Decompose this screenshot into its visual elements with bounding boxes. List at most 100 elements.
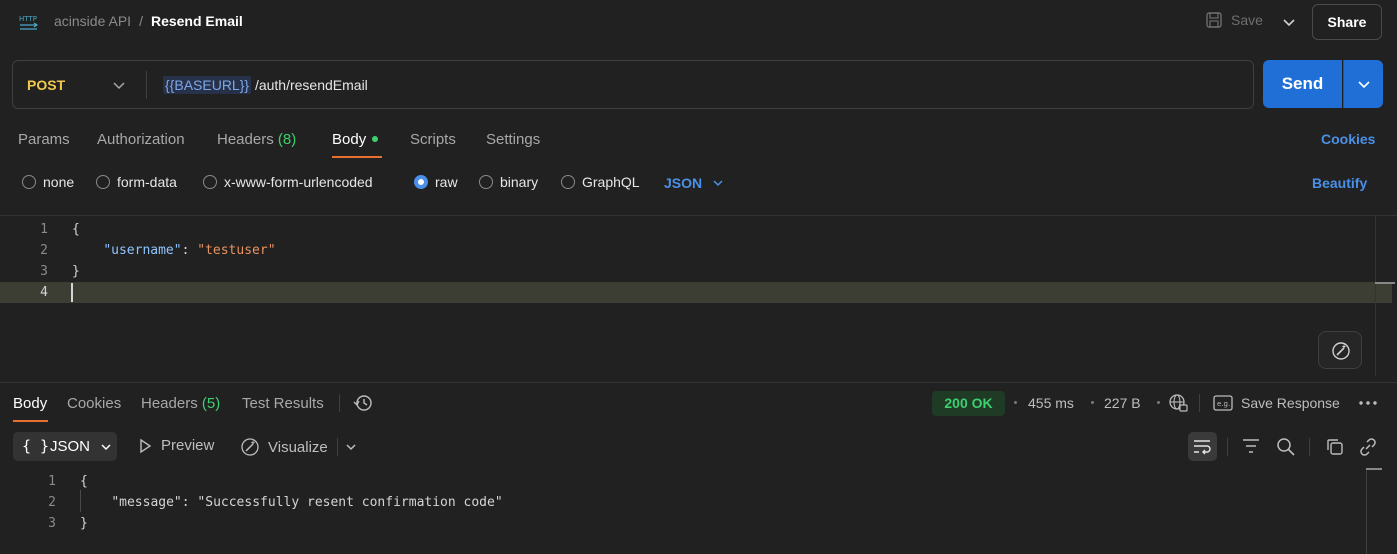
pane-divider[interactable]: [0, 382, 1397, 383]
body-format-label: JSON: [664, 175, 703, 191]
indent-guide: [80, 490, 81, 512]
tab-settings[interactable]: Settings: [486, 131, 540, 148]
more-options-icon[interactable]: [1358, 396, 1378, 410]
modified-dot: [372, 136, 379, 142]
tab-scripts[interactable]: Scripts: [410, 131, 456, 148]
resp-tab-body[interactable]: Body: [13, 395, 47, 412]
radio-raw[interactable]: raw: [414, 174, 458, 190]
resp-tab-headers-label: Headers: [141, 395, 198, 412]
send-options-button[interactable]: [1343, 60, 1383, 108]
save-response-button[interactable]: e.g. Save Response: [1213, 395, 1340, 411]
radio-none-label: none: [43, 174, 75, 190]
url-path: /auth/resendEmail: [251, 77, 368, 93]
separator: [1199, 394, 1200, 412]
radio-urlencoded[interactable]: x-www-form-urlencoded: [203, 174, 373, 190]
radio-form-data[interactable]: form-data: [96, 174, 177, 190]
url-input[interactable]: {{BASEURL}} /auth/resendEmail: [163, 76, 368, 94]
preview-button[interactable]: Preview: [137, 437, 214, 454]
radio-binary[interactable]: binary: [479, 174, 538, 190]
radio-circle: [479, 175, 493, 189]
body-format-select[interactable]: JSON: [664, 175, 724, 191]
status-badge[interactable]: 200 OK: [932, 391, 1005, 416]
method-select[interactable]: POST: [27, 77, 65, 93]
word-wrap-button[interactable]: [1188, 432, 1217, 461]
network-globe-icon[interactable]: [1168, 393, 1188, 413]
request-title[interactable]: Resend Email: [151, 13, 243, 29]
history-icon[interactable]: [353, 393, 373, 413]
tab-authorization[interactable]: Authorization: [97, 131, 185, 148]
resp-headers-count: (5): [201, 395, 221, 412]
radio-circle: [203, 175, 217, 189]
separator: [1309, 438, 1310, 456]
tab-headers[interactable]: Headers (8): [217, 131, 296, 148]
cookies-link[interactable]: Cookies: [1321, 131, 1375, 147]
response-time[interactable]: 455 ms: [1028, 395, 1074, 411]
separator-dot: [1014, 401, 1017, 404]
line-number: 2: [40, 243, 48, 258]
request-body-editor[interactable]: 1 { 2 "username": "testuser" 3 } 4: [0, 215, 1397, 383]
ai-assist-button[interactable]: [1318, 331, 1362, 369]
preview-label: Preview: [161, 437, 215, 454]
radio-circle: [561, 175, 575, 189]
svg-text:HTTP: HTTP: [19, 15, 37, 23]
line-code: {: [80, 474, 88, 489]
line-code: }: [72, 264, 80, 279]
copy-icon[interactable]: [1325, 437, 1345, 457]
response-format-select[interactable]: { } JSON: [13, 432, 117, 461]
send-button[interactable]: Send: [1263, 60, 1342, 108]
tab-body[interactable]: Body: [332, 131, 379, 148]
magic-wand-icon: [1332, 342, 1350, 360]
line-code: "message": "Successfully resent confirma…: [80, 495, 503, 510]
separator-dot: [1091, 401, 1094, 404]
radio-urlencoded-label: x-www-form-urlencoded: [224, 174, 373, 190]
tab-body-label: Body: [332, 131, 367, 148]
filter-icon[interactable]: [1241, 437, 1261, 455]
resp-tab-headers[interactable]: Headers (5): [141, 395, 220, 412]
json-key: "message": [111, 495, 182, 510]
url-variable: {{BASEURL}}: [163, 76, 252, 94]
response-format-label: JSON: [50, 438, 91, 455]
resp-tab-test-results[interactable]: Test Results: [242, 395, 324, 412]
tab-params[interactable]: Params: [18, 131, 70, 148]
share-button[interactable]: Share: [1312, 4, 1382, 40]
editor-line: 3 }: [0, 261, 1392, 282]
save-response-label: Save Response: [1241, 395, 1340, 411]
url-divider: [146, 71, 147, 99]
play-icon: [140, 438, 152, 453]
beautify-link[interactable]: Beautify: [1312, 175, 1367, 191]
json-value: "Successfully resent confirmation code": [197, 495, 503, 510]
visualize-button[interactable]: Visualize: [240, 437, 328, 457]
radio-circle-selected: [414, 175, 428, 189]
editor-line: 1 {: [0, 219, 1392, 240]
line-code: }: [80, 516, 88, 531]
separator-dot: [1157, 401, 1160, 404]
text-cursor: [71, 283, 73, 302]
chevron-down-icon[interactable]: [111, 77, 127, 93]
radio-none[interactable]: none: [22, 174, 74, 190]
json-colon: :: [181, 495, 198, 510]
link-icon[interactable]: [1358, 437, 1378, 457]
line-number: 1: [40, 222, 48, 237]
save-button[interactable]: Save: [1205, 11, 1263, 29]
radio-binary-label: binary: [500, 174, 539, 190]
active-tab-indicator: [13, 420, 48, 422]
active-tab-indicator: [332, 156, 382, 158]
chevron-down-icon[interactable]: [1281, 14, 1297, 30]
line-code: {: [72, 222, 80, 237]
chevron-down-icon: [713, 180, 723, 187]
response-size[interactable]: 227 B: [1104, 395, 1141, 411]
save-icon: [1206, 12, 1222, 28]
search-icon[interactable]: [1276, 437, 1296, 457]
radio-circle: [22, 175, 36, 189]
response-scrollbar[interactable]: [1366, 468, 1367, 554]
line-number: 1: [48, 474, 56, 489]
breadcrumb-separator: /: [139, 13, 143, 29]
resp-tab-cookies[interactable]: Cookies: [67, 395, 121, 412]
breadcrumb-collection[interactable]: acinside API: [54, 13, 131, 29]
editor-scrollbar[interactable]: [1375, 216, 1395, 376]
separator: [337, 438, 338, 456]
chevron-down-icon[interactable]: [345, 441, 357, 453]
radio-graphql[interactable]: GraphQL: [561, 174, 640, 190]
wrap-lines-icon: [1194, 440, 1211, 455]
http-request-icon: HTTP: [19, 15, 39, 30]
